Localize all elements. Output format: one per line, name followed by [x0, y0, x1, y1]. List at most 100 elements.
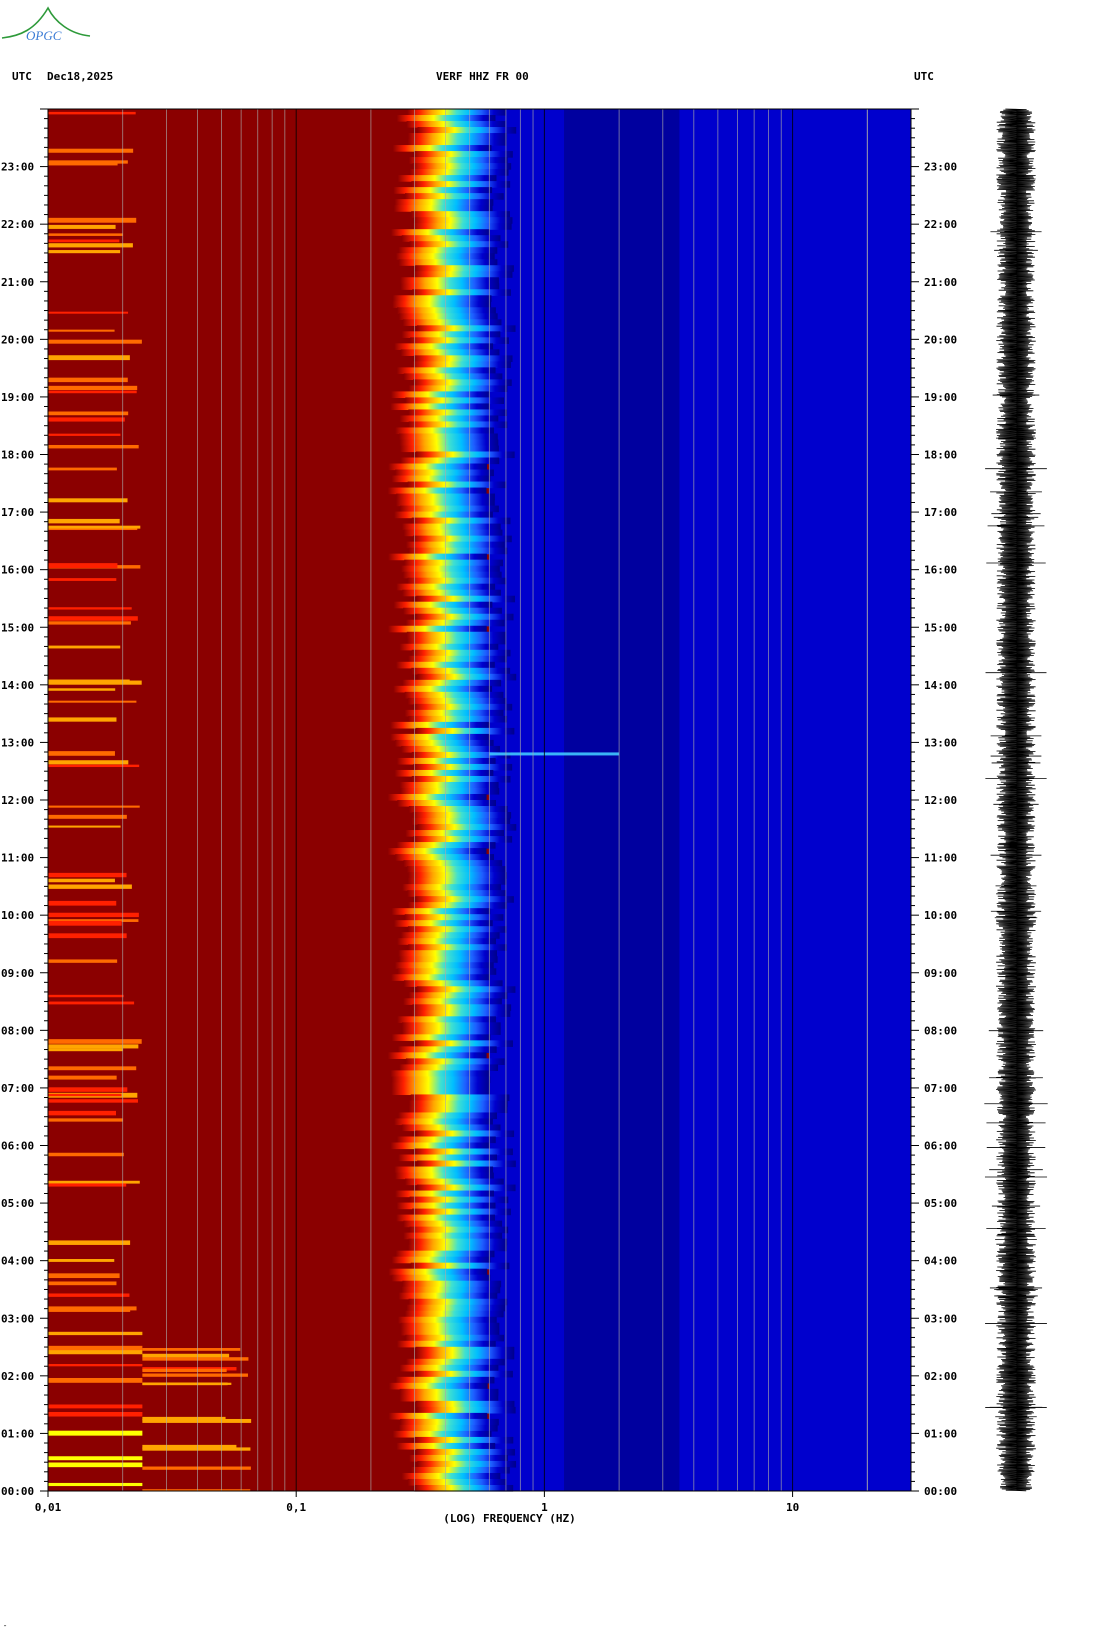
- spectrogram-low-freq-streak: [48, 912, 139, 918]
- spectrogram-transition-row: [392, 295, 492, 302]
- y-tick-label-left: 21:00: [1, 276, 34, 289]
- spectrogram-transition-row: [412, 1208, 511, 1216]
- spectrogram-transition-row: [400, 283, 500, 290]
- spectrogram-transition-row: [414, 1040, 513, 1047]
- spectrogram-transition-row: [411, 649, 511, 657]
- spectrogram-low-freq-streak: [48, 1482, 143, 1487]
- spectrogram-transition-row: [392, 301, 492, 308]
- spectrogram-low-freq-streak: [48, 760, 129, 765]
- spectrogram-transition-row: [399, 1064, 499, 1071]
- y-tick-label-right: 13:00: [924, 736, 957, 749]
- spectrogram-transition-row: [407, 697, 507, 705]
- spectrogram-transition-row: [408, 1238, 508, 1246]
- spectrogram-low-freq-streak: [48, 433, 121, 436]
- spectrogram-transition-row: [396, 757, 496, 765]
- spectrogram-transition-row: [407, 133, 507, 140]
- spectrogram-low-freq-streak: [48, 411, 129, 416]
- spectrogram-transition-row: [395, 1172, 494, 1180]
- spectrogram-transition-row: [403, 1220, 503, 1228]
- spectrogram-low-freq-streak: [48, 884, 132, 889]
- spectrogram-transition-row: [401, 1028, 501, 1035]
- spectrogram-transition-row: [412, 361, 511, 368]
- spectrogram-low-freq-streak: [48, 444, 139, 449]
- spectrogram-transition-row: [416, 1448, 515, 1456]
- spectrogram-low-freq-streak: [48, 1044, 139, 1049]
- y-tick-label-right: 09:00: [924, 967, 957, 980]
- y-tick-label-left: 17:00: [1, 506, 34, 519]
- y-tick-label-right: 00:00: [924, 1485, 957, 1498]
- y-tick-label-left: 10:00: [1, 909, 34, 922]
- spectrogram-low-freq-streak: [48, 239, 120, 243]
- spectrogram-transition-row: [398, 247, 498, 254]
- spectrogram-transition-row: [408, 715, 508, 723]
- spectrogram-transition-row: [395, 469, 494, 477]
- spectrogram-low-freq-streak: [48, 751, 115, 756]
- spectrogram-low-freq-streak: [48, 1281, 117, 1286]
- spectrogram-transition-row: [396, 115, 496, 122]
- spectrogram-low-freq-streak: [48, 148, 134, 153]
- spectrogram-low-freq-streak: [48, 525, 141, 529]
- spectrogram-transition-row: [409, 169, 509, 176]
- spectrogram-transition-row: [391, 475, 491, 483]
- spectrogram-low-freq-streak: [48, 1345, 143, 1351]
- y-tick-label-right: 22:00: [924, 218, 957, 231]
- spectrogram-transition-row: [411, 1010, 511, 1017]
- spectrogram-transition-row: [401, 745, 500, 753]
- spectrogram-transition-row: [408, 1298, 508, 1306]
- spectrogram-transition-row: [401, 235, 501, 242]
- spectrogram-transition-row: [395, 1250, 495, 1258]
- spectrogram-transition-row: [417, 127, 517, 134]
- spectrogram-chart: 00:00 00:00 01:00 01:00 02:00 02:00 03:00 03:00…: [1, 108, 1048, 1525]
- spectrogram-transition-row: [415, 1346, 515, 1354]
- spectrogram-low-freq-streak: [48, 1377, 143, 1383]
- spectrogram-low-freq-streak: [48, 1259, 115, 1262]
- spectrogram-transition-row: [404, 1310, 504, 1318]
- spectrogram-low-freq-streak: [48, 467, 117, 471]
- spectrogram-low-freq-streak: [48, 872, 127, 878]
- y-tick-label-right: 06:00: [924, 1140, 957, 1153]
- spectrogram-transition-row: [415, 1130, 515, 1138]
- spectrogram-transition-row: [408, 806, 508, 813]
- spectrogram-transition-row: [390, 721, 489, 729]
- spectrogram-transition-row: [393, 601, 493, 609]
- spectrogram-transition-row: [395, 1376, 495, 1384]
- spectrogram-transition-row: [396, 367, 496, 374]
- spectrogram-transition-row: [403, 529, 503, 537]
- spectrogram-low-freq-streak: [48, 385, 138, 391]
- spectrogram-transition-row: [412, 163, 512, 170]
- spectrogram-transition-row: [408, 1244, 507, 1252]
- spectrogram-low-freq-streak: [48, 607, 132, 610]
- spectrogram-low-freq-streak: [48, 933, 127, 939]
- spectrogram-transition-row: [406, 1358, 505, 1366]
- spectrogram-transition-row: [406, 631, 506, 639]
- spectrogram-low-freq-streak: [48, 825, 121, 828]
- seismogram-trace: [995, 108, 1036, 1492]
- spectrogram-transition-row: [387, 487, 487, 495]
- spectrogram-transition-row: [401, 1472, 501, 1480]
- spectrogram-transition-row: [402, 319, 502, 326]
- spectrogram-low-freq-streak: [142, 1373, 248, 1377]
- spectrogram-low-freq-streak: [48, 1183, 127, 1187]
- spectrogram-transition-row: [407, 926, 507, 933]
- spectrogram-transition-row: [396, 1340, 496, 1348]
- spectrogram-transition-row: [391, 1256, 491, 1264]
- spectrogram-transition-row: [415, 1400, 515, 1408]
- spectrogram-transition-row: [390, 1070, 490, 1077]
- spectrogram-transition-row: [408, 409, 508, 417]
- spectrogram-transition-row: [415, 1352, 515, 1360]
- y-tick-label-right: 03:00: [924, 1312, 957, 1325]
- spectrogram-transition-row: [411, 667, 511, 675]
- spectrogram-transition-row: [397, 307, 496, 314]
- spectrogram-event-line: [489, 752, 620, 756]
- spectrogram-transition-row: [394, 1166, 494, 1174]
- y-tick-label-right: 23:00: [924, 161, 957, 174]
- spectrogram-transition-row: [397, 1316, 497, 1324]
- y-tick-label-left: 15:00: [1, 621, 34, 634]
- spectrogram-transition-row: [393, 205, 493, 212]
- y-tick-label-left: 09:00: [1, 967, 34, 980]
- spectrogram-transition-row: [395, 427, 494, 435]
- spectrogram-transition-row: [393, 685, 493, 693]
- spectrogram-transition-row: [393, 187, 493, 194]
- spectrogram-low-freq-streak: [142, 1368, 227, 1373]
- spectrogram-transition-row: [407, 481, 507, 489]
